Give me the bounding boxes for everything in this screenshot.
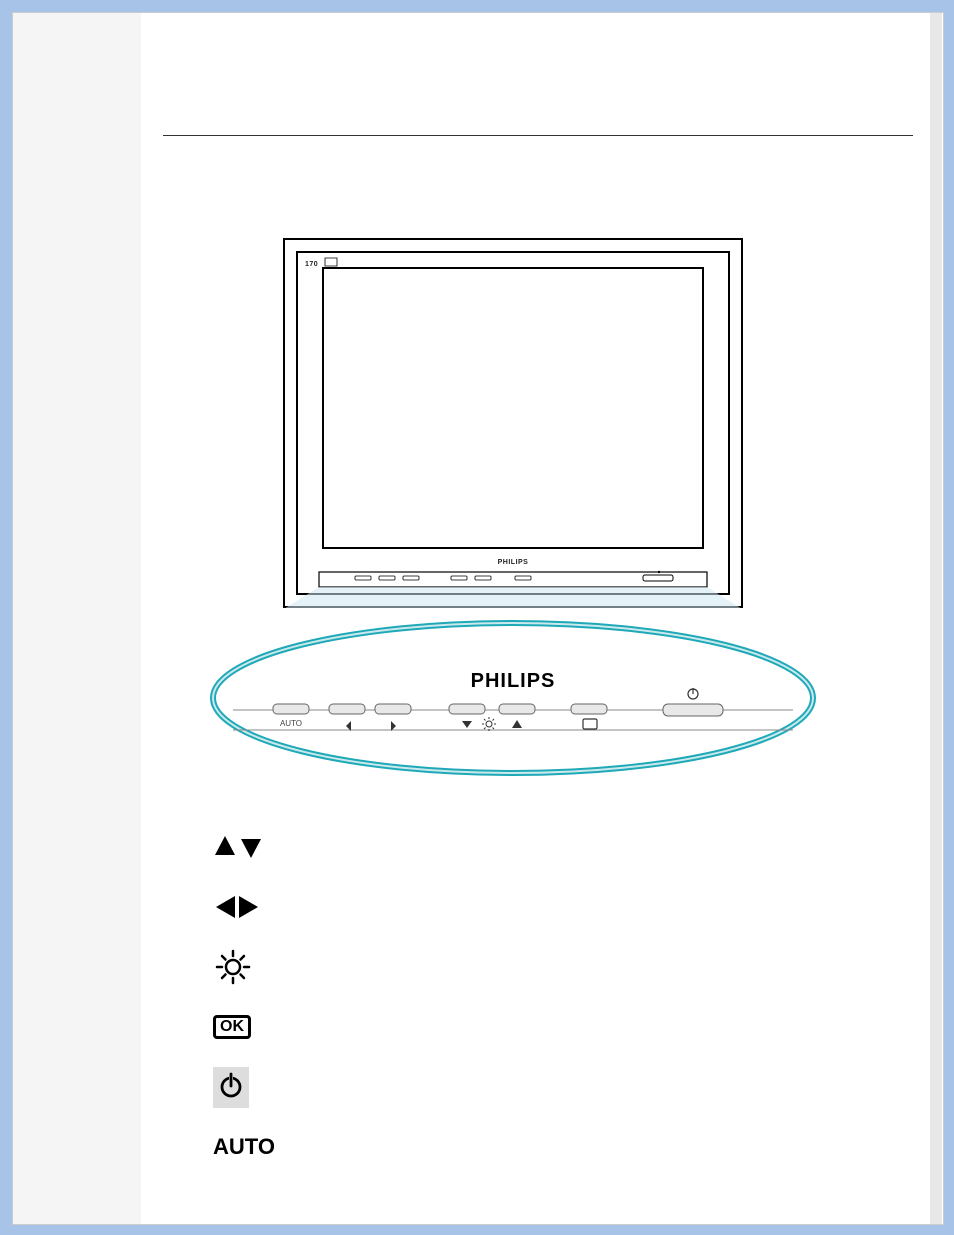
ok-label: OK xyxy=(213,1015,251,1039)
legend-row-left-right xyxy=(213,877,613,937)
page-frame: 170 PHILIPS xyxy=(12,12,944,1225)
page-outer-border: 170 PHILIPS xyxy=(0,0,954,1235)
button-left xyxy=(329,704,365,714)
legend-row-brightness xyxy=(213,937,613,997)
model-label: 170 xyxy=(305,261,318,268)
monitor-front-illustration: 170 PHILIPS xyxy=(283,238,743,608)
button-down xyxy=(449,704,485,714)
divider-line xyxy=(163,135,913,136)
legend-row-auto: AUTO xyxy=(213,1117,613,1177)
button-legend: OK AUTO xyxy=(213,817,613,1177)
left-right-triangles-icon xyxy=(213,887,273,927)
left-margin-column xyxy=(13,13,141,1224)
button-ok xyxy=(571,704,607,714)
brightness-icon xyxy=(213,947,273,987)
button-up xyxy=(499,704,535,714)
button-right xyxy=(375,704,411,714)
control-panel-closeup: AUTO xyxy=(203,608,823,788)
legend-row-power xyxy=(213,1057,613,1117)
brand-label-large: PHILIPS xyxy=(471,670,556,693)
up-down-triangles-icon xyxy=(213,827,273,867)
button-power xyxy=(663,704,723,716)
brand-label-small: PHILIPS xyxy=(498,559,529,566)
legend-row-ok: OK xyxy=(213,997,613,1057)
legend-row-up-down xyxy=(213,817,613,877)
auto-label: AUTO xyxy=(213,1134,275,1160)
auto-text-icon: AUTO xyxy=(213,1127,273,1167)
button-auto-label: AUTO xyxy=(280,719,302,728)
ok-box-icon: OK xyxy=(213,1007,273,1047)
button-auto xyxy=(273,704,309,714)
power-icon xyxy=(213,1067,273,1107)
right-margin-column xyxy=(930,13,942,1224)
